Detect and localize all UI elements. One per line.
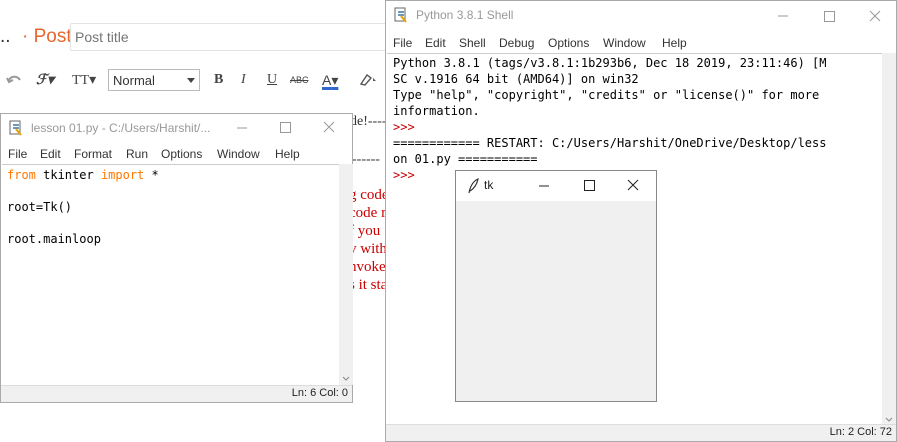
editor-titlebar[interactable]: lesson 01.py - C:/Users/Harshit/...: [1, 114, 352, 144]
menu-run[interactable]: Run: [126, 147, 148, 161]
menu-window[interactable]: Window: [217, 147, 260, 161]
shell-prompt: >>>: [393, 120, 415, 134]
typeface-label: TT: [72, 73, 90, 88]
import-star: *: [144, 168, 159, 182]
font-color-button[interactable]: A▾: [322, 72, 338, 89]
menu-file[interactable]: File: [393, 36, 412, 50]
close-button[interactable]: [852, 1, 897, 31]
editor-text-area[interactable]: from tkinter import * root=Tk() root.mai…: [2, 164, 339, 386]
shell-restart-line: on 01.py ===========: [393, 152, 538, 166]
menu-file[interactable]: File: [8, 147, 27, 161]
post-header: .. · Post: [0, 14, 400, 64]
feather-icon: [466, 178, 480, 194]
shell-menubar: File Edit Shell Debug Options Window Hel…: [386, 33, 896, 53]
formatting-toolbar: ℱ▾ TT▾ Normal B I U ABC A▾: [0, 66, 400, 96]
blog-body-line: s it sta: [349, 277, 388, 293]
close-button[interactable]: [610, 171, 656, 201]
bold-button[interactable]: B: [214, 72, 223, 88]
blog-dash-line-2: ------: [352, 152, 380, 167]
menu-format[interactable]: Format: [74, 147, 112, 161]
format-select-value: Normal: [113, 73, 155, 88]
idle-editor-window: lesson 01.py - C:/Users/Harshit/... File…: [0, 113, 353, 403]
editor-menubar: File Edit Format Run Options Window Help: [1, 144, 352, 164]
shell-cursor-position: Ln: 2 Col: 72: [829, 426, 892, 438]
keyword-from: from: [7, 168, 36, 182]
menu-help[interactable]: Help: [662, 36, 687, 50]
blog-body-line: nvoke: [349, 259, 386, 275]
close-button[interactable]: [306, 114, 352, 144]
python-file-icon: [9, 120, 23, 136]
code-line-1: from tkinter import *: [7, 167, 159, 183]
shell-restart-line: ============ RESTART: C:/Users/Harshit/O…: [393, 136, 827, 150]
minimize-button[interactable]: [219, 114, 265, 144]
blog-body-line: g code: [349, 187, 389, 203]
shell-prompt: >>>: [393, 168, 415, 182]
maximize-button[interactable]: [806, 1, 852, 31]
menu-shell[interactable]: Shell: [459, 36, 486, 50]
shell-titlebar[interactable]: Python 3.8.1 Shell: [386, 1, 896, 31]
underline-button[interactable]: U: [267, 72, 277, 88]
undo-icon[interactable]: [6, 72, 22, 89]
tk-titlebar[interactable]: tk: [456, 171, 656, 201]
keyword-import: import: [100, 168, 145, 182]
post-title-input[interactable]: [70, 23, 400, 51]
editor-title: lesson 01.py - C:/Users/Harshit/...: [31, 121, 211, 135]
module-name: tkinter: [35, 168, 101, 182]
editor-cursor-position: Ln: 6 Col: 0: [291, 387, 348, 399]
blog-body-line: f you: [349, 223, 381, 239]
shell-scrollbar[interactable]: [882, 53, 896, 426]
minimize-button[interactable]: [760, 1, 806, 31]
shell-statusbar: Ln: 2 Col: 72: [386, 424, 896, 441]
format-select[interactable]: Normal: [108, 69, 200, 91]
code-line-2: root=Tk(): [7, 200, 73, 214]
editor-scrollbar[interactable]: [339, 164, 353, 385]
python-shell-icon: [394, 7, 408, 23]
blog-body-line: code r: [349, 205, 387, 221]
shell-output-line: information.: [393, 104, 480, 118]
breadcrumb-dots[interactable]: ..: [0, 26, 11, 48]
menu-options[interactable]: Options: [548, 36, 589, 50]
italic-button[interactable]: I: [241, 72, 246, 88]
minimize-button[interactable]: [521, 171, 567, 201]
tk-canvas[interactable]: [456, 201, 656, 401]
menu-edit[interactable]: Edit: [40, 147, 61, 161]
strikethrough-button[interactable]: ABC: [290, 75, 309, 85]
code-line-3: root.mainloop: [7, 232, 101, 246]
post-link[interactable]: · Post: [22, 26, 72, 48]
maximize-button[interactable]: [566, 171, 612, 201]
font-icon[interactable]: ℱ▾: [36, 72, 54, 89]
maximize-button[interactable]: [262, 114, 308, 144]
menu-help[interactable]: Help: [275, 147, 300, 161]
shell-output-line: Python 3.8.1 (tags/v3.8.1:1b293b6, Dec 1…: [393, 56, 827, 70]
shell-output-line: SC v.1916 64 bit (AMD64)] on win32: [393, 72, 639, 86]
menu-options[interactable]: Options: [161, 147, 202, 161]
shell-output-line: Type "help", "copyright", "credits" or "…: [393, 88, 820, 102]
editor-statusbar: Ln: 6 Col: 0: [1, 385, 352, 402]
highlight-icon[interactable]: [358, 72, 378, 89]
chevron-down-icon: [187, 78, 195, 83]
tk-title: tk: [484, 178, 494, 192]
font-size-icon[interactable]: TT▾: [72, 72, 96, 89]
blog-body-line: v with: [349, 241, 387, 257]
tk-window: tk: [455, 170, 657, 402]
shell-title: Python 3.8.1 Shell: [416, 8, 514, 22]
menu-edit[interactable]: Edit: [425, 36, 446, 50]
font-color-letter: A: [322, 72, 332, 88]
menu-debug[interactable]: Debug: [499, 36, 534, 50]
menu-window[interactable]: Window: [603, 36, 646, 50]
